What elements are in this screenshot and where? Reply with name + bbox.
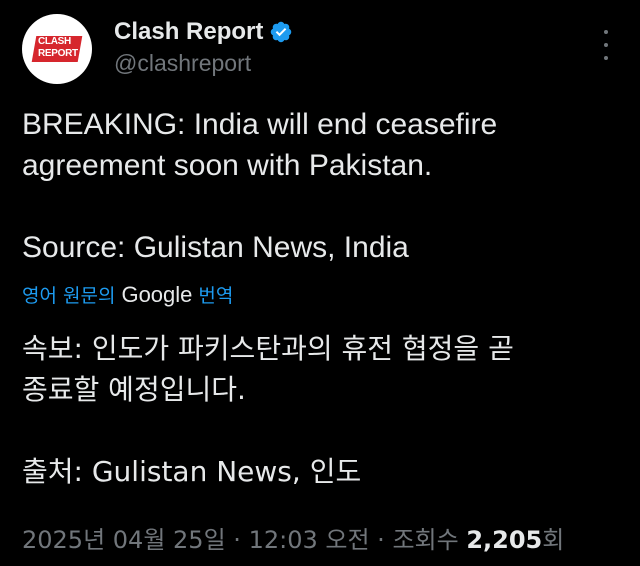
translated-text: 속보: 인도가 파키스탄과의 휴전 협정을 곧 종료할 예정입니다. 출처: G… [22, 332, 514, 488]
more-options-icon[interactable] [600, 30, 612, 60]
meta-separator: · [233, 526, 241, 554]
views-suffix: 회 [542, 526, 565, 554]
handle[interactable]: @clashreport [114, 50, 251, 77]
tweet-time[interactable]: 12:03 오전 [249, 526, 370, 554]
display-name[interactable]: Clash Report [114, 18, 263, 46]
translate-prefix: 영어 원문의 [22, 285, 116, 307]
google-brand: Google [121, 281, 193, 307]
dot [604, 30, 608, 34]
tweet-meta: 2025년 04월 25일 · 12:03 오전 · 조회수 2,205회 [22, 520, 564, 555]
verified-badge-icon [271, 21, 292, 43]
tweet-header: CLASH REPORT Clash Report @clashreport [22, 14, 620, 84]
meta-separator: · [377, 526, 385, 554]
views-label: 조회수 [392, 526, 459, 554]
tweet-text: BREAKING: India will end ceasefire agree… [22, 108, 498, 264]
name-row: Clash Report [114, 18, 293, 46]
translate-link[interactable]: 영어 원문의 Google 번역 [22, 281, 233, 308]
views-count[interactable]: 2,205 [466, 526, 542, 554]
dot [604, 43, 608, 47]
avatar-logo-top: CLASH [38, 36, 71, 47]
dot [604, 56, 608, 60]
avatar-logo-bottom: REPORT [38, 48, 78, 59]
translate-suffix: 번역 [198, 285, 234, 307]
tweet-date[interactable]: 2025년 04월 25일 [22, 526, 226, 554]
avatar[interactable]: CLASH REPORT [22, 14, 92, 84]
